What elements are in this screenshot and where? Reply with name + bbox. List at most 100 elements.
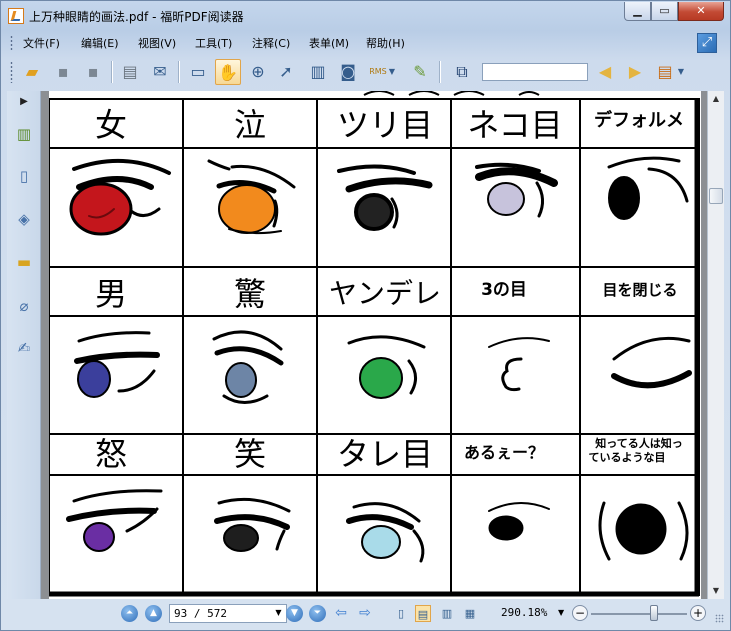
- menu-bar: 文件(F) 编辑(E) 视图(V) 工具(T) 注释(C) 表单(M) 帮助(H…: [7, 32, 724, 54]
- iris-woman: [69, 182, 133, 236]
- eye-closed: [611, 336, 692, 389]
- zoom-slider-handle[interactable]: [650, 605, 658, 621]
- single-page-icon[interactable]: ▯: [393, 605, 409, 622]
- continuous-facing-icon[interactable]: ▦: [462, 605, 478, 622]
- signature-icon[interactable]: ✎: [407, 59, 433, 85]
- eye-surprise: [212, 330, 284, 404]
- menubar-grip[interactable]: [10, 35, 13, 51]
- maximize-button[interactable]: ▭: [651, 2, 678, 21]
- scroll-down-icon[interactable]: ▼: [708, 583, 724, 599]
- foxit-logo-icon: [8, 8, 24, 24]
- zoom-in-button[interactable]: +: [690, 605, 706, 621]
- iris-man: [77, 360, 111, 398]
- last-page-icon[interactable]: ⏷: [309, 605, 326, 622]
- eye-deform: [607, 156, 689, 220]
- open-folder-icon[interactable]: ▰: [19, 59, 45, 85]
- toolbar-grip[interactable]: [10, 61, 13, 83]
- label-angry: 怒: [95, 435, 127, 473]
- hand-icon[interactable]: ✋: [215, 59, 241, 85]
- label-yandere: ヤンデレ: [329, 277, 441, 310]
- vertical-scrollbar[interactable]: ▲ ▼: [707, 91, 724, 599]
- save-as-icon[interactable]: ▪: [80, 59, 106, 85]
- page-dropdown-icon[interactable]: ▼: [272, 605, 285, 621]
- label-neko: ネコ目: [467, 106, 562, 144]
- select-icon[interactable]: ➚: [273, 59, 299, 85]
- fullscreen-icon[interactable]: ▭: [185, 59, 211, 85]
- comments-icon[interactable]: ▬: [13, 251, 35, 273]
- first-page-icon[interactable]: ⏶: [121, 605, 138, 622]
- restore-window-icon[interactable]: ⤢: [697, 33, 717, 53]
- menu-help[interactable]: 帮助(H): [366, 35, 405, 51]
- iris-surprise: [225, 362, 257, 398]
- title-bar[interactable]: 上万种眼睛的画法.pdf - 福昕PDF阅读器 ▁ ▭ ✕: [1, 1, 730, 31]
- prev-page-icon[interactable]: ▲: [145, 605, 162, 622]
- back-icon[interactable]: ⇦: [333, 605, 349, 622]
- signatures-icon[interactable]: ✍: [13, 337, 35, 359]
- expand-panel-icon[interactable]: ▶: [13, 91, 35, 113]
- label-tsuri: ツリ目: [337, 106, 433, 144]
- close-button[interactable]: ✕: [678, 2, 724, 21]
- eye-chart-table: 女 泣 ツリ目 ネコ目 デフォルメ 男 驚 ヤンデレ 3の目 目を閉じる 怒 笑…: [48, 91, 700, 597]
- rms-dropdown-icon[interactable]: ▼: [387, 59, 397, 85]
- zoom-out-button[interactable]: −: [572, 605, 588, 621]
- label-arue: あるぇー？: [464, 443, 544, 462]
- menu-edit[interactable]: 编辑(E): [81, 35, 119, 51]
- label-laugh: 笑: [234, 435, 266, 473]
- page-number-input[interactable]: [169, 604, 287, 623]
- label-closed-eye: 目を閉じる: [602, 281, 677, 299]
- next-page-icon[interactable]: ▼: [286, 605, 303, 622]
- attachments-icon[interactable]: ⌀: [13, 295, 35, 317]
- menu-view[interactable]: 视图(V): [138, 35, 176, 51]
- iris-laugh: [223, 524, 259, 552]
- menu-tools[interactable]: 工具(T): [195, 35, 232, 51]
- page-top-scribble: [363, 91, 540, 96]
- eye-tsuri: [337, 164, 433, 231]
- pages-icon[interactable]: ▯: [13, 165, 35, 187]
- zoom-icon[interactable]: ⊕: [245, 59, 271, 85]
- iris-yandere: [359, 357, 403, 399]
- print-icon[interactable]: ▤: [117, 59, 143, 85]
- iris-tare: [361, 525, 401, 559]
- zoom-dropdown-icon[interactable]: ▼: [558, 605, 564, 621]
- email-icon[interactable]: ✉: [147, 59, 173, 85]
- toolbar: ▰ ▪ ▪ ▤ ✉ ▭ ✋ ⊕ ➚ ▥ ◙ RMS ▼ ✎ ⧉ ◀ ▶ ▤ ▼: [7, 56, 724, 88]
- layers-icon[interactable]: ◈: [13, 208, 35, 230]
- prev-result-icon[interactable]: ◀: [592, 59, 618, 85]
- menu-form[interactable]: 表单(M): [309, 35, 349, 51]
- status-bar: ⏶ ▲ ▼ ▼ ⏷ ⇦ ⇨ ▯ ▤ ▥ ▦ 290.18% ▼ − +: [7, 601, 724, 627]
- eye-known: [598, 501, 689, 561]
- save-icon[interactable]: ▪: [50, 59, 76, 85]
- facing-page-icon[interactable]: ▥: [439, 605, 455, 622]
- label-deform: デフォルメ: [594, 109, 684, 131]
- forward-icon[interactable]: ⇨: [357, 605, 373, 622]
- zoom-slider[interactable]: [591, 613, 687, 615]
- find-icon[interactable]: ⧉: [449, 59, 475, 85]
- app-window: 上万种眼睛的画法.pdf - 福昕PDF阅读器 ▁ ▭ ✕ 文件(F) 编辑(E…: [0, 0, 731, 631]
- eye-man: [74, 331, 160, 398]
- label-tare: タレ目: [337, 435, 433, 473]
- minimize-button[interactable]: ▁: [624, 2, 651, 21]
- continuous-page-icon[interactable]: ▤: [415, 605, 431, 622]
- bookmarks-icon[interactable]: ▥: [13, 123, 35, 145]
- label-known-line1: 知ってる人は知っ: [594, 436, 682, 450]
- menu-comment[interactable]: 注释(C): [252, 35, 290, 51]
- label-woman: 女: [95, 106, 127, 144]
- scroll-up-icon[interactable]: ▲: [708, 91, 724, 107]
- scrollbar-thumb[interactable]: [709, 188, 723, 204]
- snapshot-icon[interactable]: ◙: [335, 59, 361, 85]
- text-select-icon[interactable]: ▥: [305, 59, 331, 85]
- eye-three: [488, 337, 550, 392]
- label-surprise: 驚: [234, 275, 266, 313]
- document-view[interactable]: 女 泣 ツリ目 ネコ目 デフォルメ 男 驚 ヤンデレ 3の目 目を閉じる 怒 笑…: [41, 91, 707, 599]
- highlight-dropdown-icon[interactable]: ▼: [676, 59, 686, 85]
- next-result-icon[interactable]: ▶: [622, 59, 648, 85]
- label-cry: 泣: [234, 106, 266, 144]
- zoom-level[interactable]: 290.18%: [501, 606, 547, 619]
- search-input[interactable]: [482, 63, 588, 81]
- eye-neko: [475, 162, 558, 218]
- highlight-icon[interactable]: ▤: [652, 59, 678, 85]
- resize-grip[interactable]: [715, 614, 724, 623]
- label-man: 男: [95, 275, 127, 313]
- menu-file[interactable]: 文件(F): [23, 35, 60, 51]
- toolbar-separator: [439, 61, 441, 83]
